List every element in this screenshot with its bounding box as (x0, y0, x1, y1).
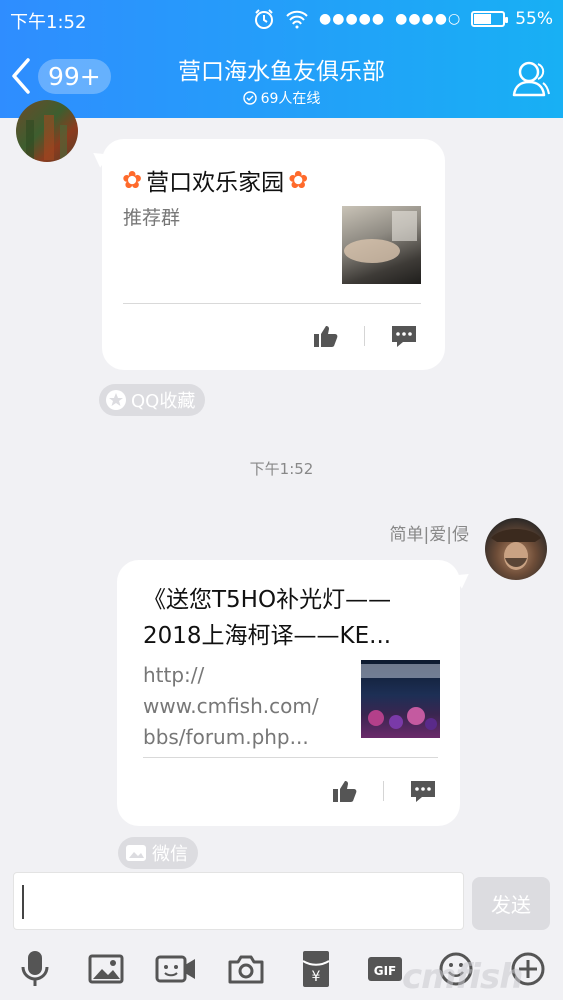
card-divider (143, 757, 438, 758)
message-bubble[interactable]: 《送您T5HO补光灯—— 2018上海柯译——KE... http:// www… (117, 560, 460, 826)
chat-header: 下午1:52 ●●●●● ●●●●○ 55% 99+ 营口海水鱼友俱乐部 69人… (0, 0, 563, 118)
sender-name: 简单|爱|侵 (389, 525, 469, 545)
actions-divider (364, 326, 365, 346)
message-input[interactable] (13, 872, 464, 930)
comment-icon[interactable] (410, 779, 436, 803)
source-chip[interactable]: QQ收藏 (99, 384, 206, 416)
message-bubble[interactable]: ✿ 营口欢乐家园 ✿ 推荐群 (102, 139, 445, 370)
text-cursor (22, 885, 24, 919)
card-url-line: www.cmfish.com/ (143, 694, 319, 718)
battery-percent: 55% (515, 9, 553, 29)
card-title-line: 《送您T5HO补光灯—— (143, 587, 392, 613)
mic-icon (21, 951, 49, 986)
image-icon (88, 954, 124, 984)
signal-2-icon: ●●●●○ (395, 11, 462, 27)
gif-icon: GIF (368, 957, 402, 981)
voice-button[interactable] (13, 945, 57, 993)
battery-fill (474, 14, 491, 24)
status-bar: 下午1:52 ●●●●● ●●●●○ 55% (0, 0, 563, 40)
group-members-icon[interactable] (511, 58, 551, 98)
card-title: ✿ 营口欢乐家园 ✿ (122, 163, 308, 197)
status-time: 下午1:52 (10, 12, 87, 33)
source-chip[interactable]: 微信 (118, 837, 198, 869)
wifi-icon (286, 10, 308, 29)
card-thumbnail (342, 206, 421, 284)
svg-text:¥: ¥ (312, 969, 321, 985)
online-count-label: 69人在线 (260, 91, 321, 107)
avatar-image (26, 115, 67, 160)
page-title: 营口海水鱼友俱乐部 (178, 59, 385, 85)
comment-icon[interactable] (391, 324, 417, 348)
thumbnail-image (361, 664, 440, 730)
card-title: 《送您T5HO补光灯—— 2018上海柯译——KE... (143, 584, 391, 652)
battery-icon (471, 11, 509, 27)
svg-text:GIF: GIF (374, 964, 397, 978)
card-divider (123, 303, 421, 304)
image-badge-icon (126, 845, 146, 861)
image-button[interactable] (84, 945, 128, 993)
camera-icon (228, 955, 264, 984)
camera-button[interactable] (224, 945, 268, 993)
avatar[interactable] (16, 100, 78, 162)
source-label: 微信 (152, 844, 188, 865)
star-badge-icon (106, 390, 126, 410)
online-check-icon (242, 91, 257, 105)
source-label: QQ收藏 (131, 391, 196, 412)
card-description: 推荐群 (123, 207, 181, 229)
signal-1-icon: ●●●●● (319, 11, 386, 27)
card-actions (312, 324, 417, 348)
thumbs-up-icon[interactable] (312, 324, 338, 348)
avatar-image (491, 529, 541, 570)
alarm-icon (255, 9, 274, 29)
online-count: 69人在线 (0, 88, 563, 108)
card-description: http:// www.cmfish.com/ bbs/forum.php... (143, 660, 319, 753)
video-call-icon (155, 955, 195, 983)
card-actions (331, 779, 436, 803)
video-call-button[interactable] (154, 945, 198, 993)
hibiscus-icon: ✿ (122, 166, 143, 194)
hibiscus-icon: ✿ (288, 166, 309, 194)
send-button[interactable]: 发送 (472, 877, 550, 930)
red-packet-button[interactable]: ¥ (294, 945, 338, 993)
card-title-text: 营口欢乐家园 (146, 170, 285, 196)
time-separator: 下午1:52 (249, 460, 314, 478)
watermark-logo: cmfish (402, 957, 523, 997)
thumbs-up-icon[interactable] (331, 779, 357, 803)
thumbnail-image (344, 211, 417, 263)
red-packet-icon: ¥ (302, 951, 330, 987)
avatar[interactable] (485, 518, 547, 580)
card-url-line: http:// (143, 663, 205, 687)
card-url-line: bbs/forum.php... (143, 725, 309, 749)
card-title-line: 2018上海柯译——KE... (143, 623, 392, 649)
card-thumbnail (361, 660, 440, 738)
actions-divider (383, 781, 384, 801)
